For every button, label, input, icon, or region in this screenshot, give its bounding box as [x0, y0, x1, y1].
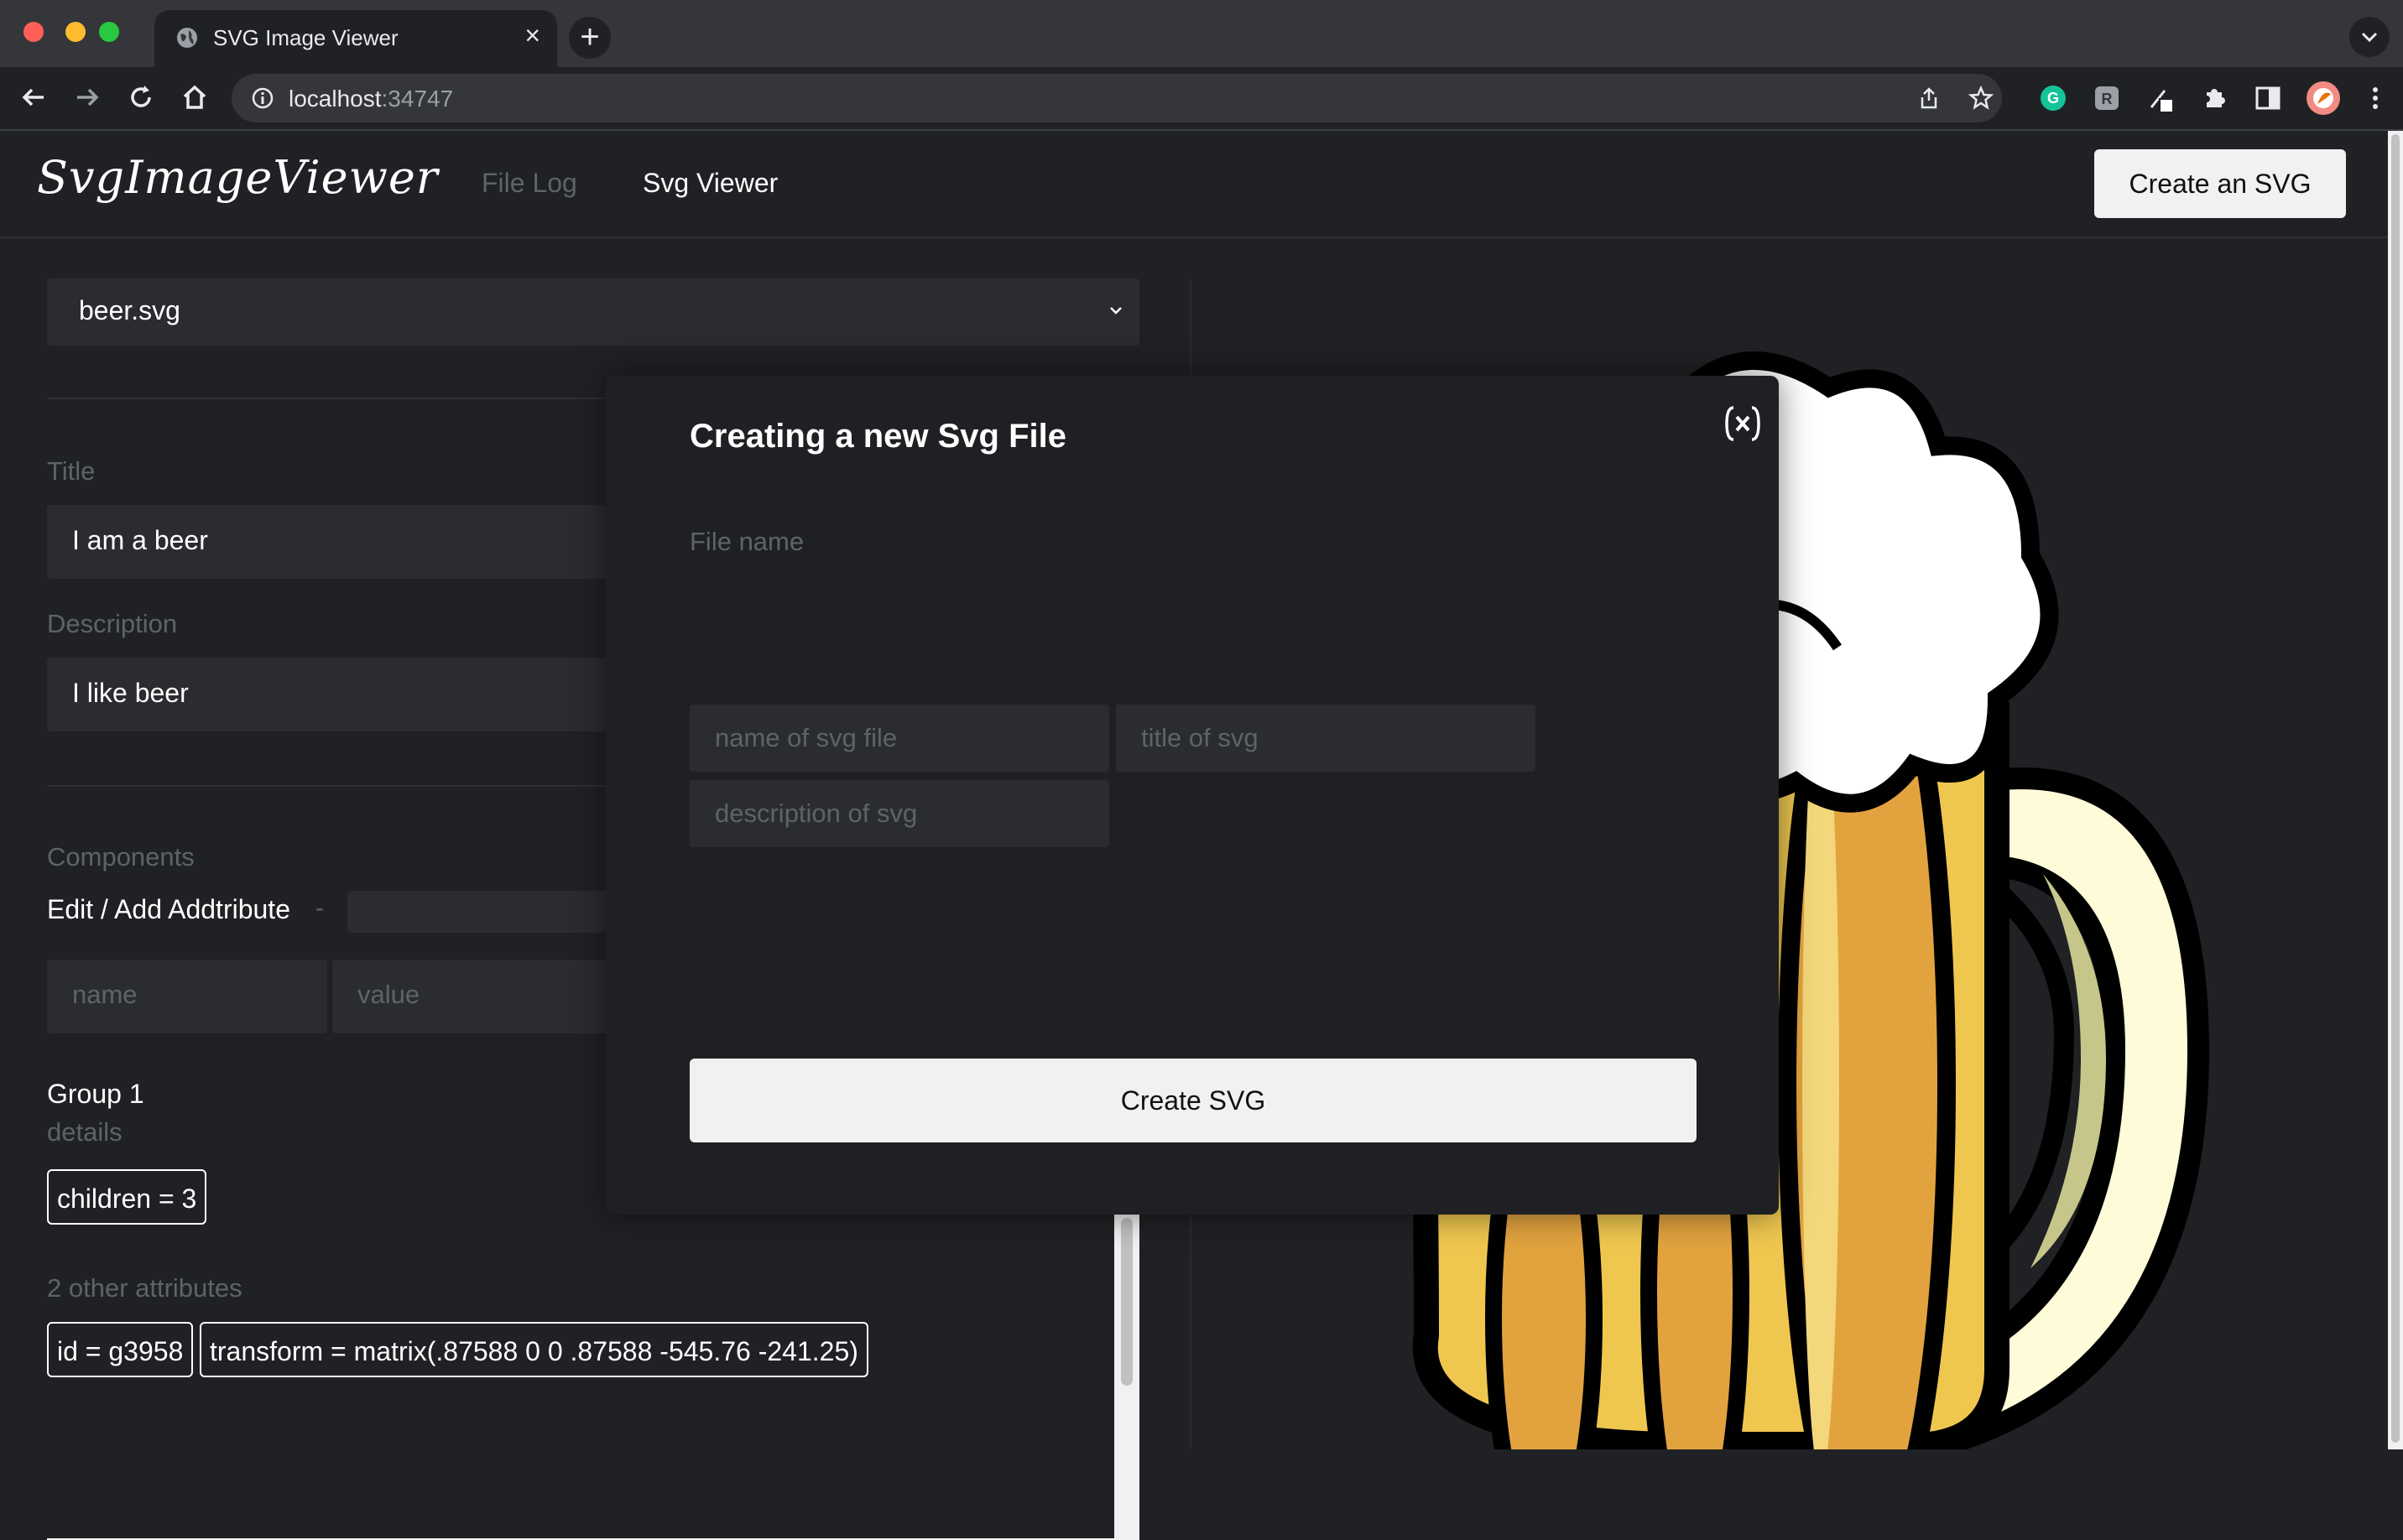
close-tab-icon[interactable]: × [524, 20, 540, 51]
app-navbar: SvgImageViewer File Log Svg Viewer Creat… [0, 131, 2388, 238]
close-window-button[interactable] [23, 22, 44, 42]
other-attributes-label: 2 other attributes [47, 1273, 242, 1303]
forward-icon[interactable] [72, 82, 102, 112]
maximize-window-button[interactable] [99, 22, 119, 42]
app-logo[interactable]: SvgImageViewer [37, 151, 439, 204]
tab-search-button[interactable] [2349, 17, 2390, 57]
svg-text:R: R [2102, 91, 2113, 107]
svg-description-placeholder: description of svg [715, 799, 918, 828]
file-select[interactable]: beer.svg [47, 278, 1139, 346]
reload-icon[interactable] [126, 82, 156, 112]
bookmark-star-icon[interactable] [1968, 86, 1994, 111]
nav-link-file-log[interactable]: File Log [482, 168, 577, 199]
chevron-down-icon [2361, 32, 2378, 43]
title-label: Title [47, 456, 96, 486]
svg-title-input[interactable]: title of svg [1116, 705, 1535, 772]
group-title: Group 1 [47, 1079, 144, 1109]
description-label: Description [47, 609, 178, 638]
edit-add-attribute-label: Edit / Add Addtribute [47, 894, 290, 924]
extension-icon[interactable]: R [2093, 84, 2121, 112]
components-label: Components [47, 842, 195, 871]
grammarly-icon[interactable]: G [2039, 84, 2067, 112]
attribute-chip-transform[interactable]: transform = matrix(.87588 0 0 .87588 -54… [200, 1322, 868, 1377]
create-svg-modal: Creating a new Svg File File name name o… [606, 376, 1779, 1215]
back-icon[interactable] [18, 82, 49, 112]
list-scrollbar-thumb[interactable] [1121, 1218, 1133, 1386]
file-name-label: File name [690, 527, 805, 556]
attribute-name-placeholder: name [72, 980, 138, 1009]
children-chip: children = 3 [47, 1169, 207, 1225]
svg-description-input[interactable]: description of svg [690, 780, 1109, 847]
info-icon[interactable] [250, 86, 275, 111]
description-field-value: I like beer [72, 678, 189, 708]
create-svg-button[interactable]: Create SVG [690, 1059, 1697, 1142]
modal-title: Creating a new Svg File [690, 418, 1067, 455]
url-text: localhost:34747 [289, 86, 453, 112]
nav-link-svg-viewer[interactable]: Svg Viewer [643, 168, 778, 199]
minimize-window-button[interactable] [65, 22, 86, 42]
svg-name-input[interactable]: name of svg file [690, 705, 1109, 772]
globe-icon [177, 28, 197, 48]
svg-title-placeholder: title of svg [1141, 723, 1259, 752]
profile-avatar-icon[interactable] [2306, 81, 2341, 116]
url-port: :34747 [381, 86, 454, 112]
address-bar[interactable]: localhost:34747 [232, 74, 2002, 122]
svg-text:G: G [2047, 90, 2059, 107]
page-scrollbar-thumb[interactable] [2391, 134, 2400, 1443]
file-select-value: beer.svg [79, 295, 180, 325]
url-host: localhost [289, 86, 382, 112]
puzzle-extensions-icon[interactable] [2200, 84, 2228, 112]
more-menu-icon[interactable] [2361, 84, 2390, 112]
eyedropper-icon[interactable] [2146, 84, 2175, 112]
home-icon[interactable] [180, 82, 210, 112]
page-content: SvgImageViewer File Log Svg Viewer Creat… [0, 131, 2388, 1540]
close-icon[interactable] [1722, 403, 1764, 445]
create-an-svg-button[interactable]: Create an SVG [2094, 149, 2346, 218]
new-tab-button[interactable]: + [569, 17, 611, 59]
edit-dash: - [315, 894, 324, 922]
browser-tabstrip: SVG Image Viewer × + [0, 0, 2403, 67]
chevron-down-icon [1110, 307, 1122, 315]
share-icon[interactable] [1916, 86, 1942, 111]
svg-name-placeholder: name of svg file [715, 723, 898, 752]
tab-title: SVG Image Viewer [213, 25, 399, 50]
side-panel-icon[interactable] [2254, 84, 2282, 112]
attribute-chip-id[interactable]: id = g3958 [47, 1322, 194, 1377]
attribute-name-input[interactable]: name [47, 960, 327, 1033]
group-details-label: details [47, 1117, 122, 1147]
browser-toolbar: localhost:34747 G R [0, 67, 2403, 131]
browser-tab[interactable]: SVG Image Viewer × [154, 10, 557, 67]
attribute-value-placeholder: value [357, 980, 420, 1009]
title-field-value: I am a beer [72, 525, 208, 555]
